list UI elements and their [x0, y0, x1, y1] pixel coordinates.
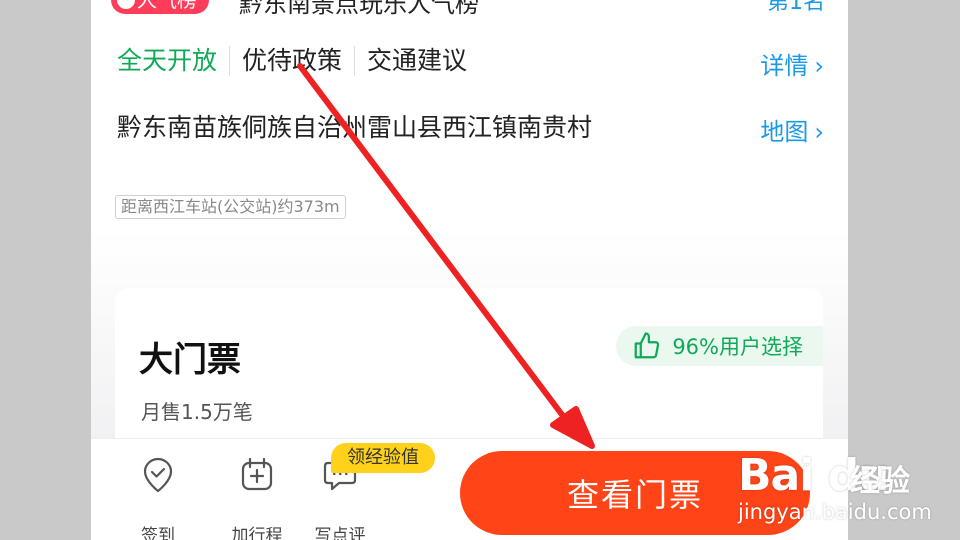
user-choice-label: 96%用户选择 — [672, 335, 803, 359]
rank-position-label: 第1名 — [767, 0, 825, 15]
address-text: 黔东南苗族侗族自治州雷山县西江镇南贵村 — [117, 113, 593, 142]
thumbs-up-icon — [634, 332, 660, 359]
detail-link-label: 详情 — [760, 52, 809, 80]
chevron-right-icon: › — [814, 118, 824, 146]
view-tickets-label: 查看门票 — [566, 476, 703, 514]
rank-dot-icon — [117, 0, 135, 9]
checkin-button[interactable]: 签到 — [123, 455, 193, 540]
watermark-product: 经验 — [850, 464, 910, 499]
tab-transport[interactable]: 交通建议 — [355, 44, 479, 78]
bottom-action-bar: 签到 加行程 写点评 领经验值 查看门票 — [91, 438, 848, 540]
user-choice-badge: 96%用户选择 — [616, 326, 823, 366]
experience-tag: 领经验值 — [331, 443, 435, 473]
ranking-row[interactable]: 人气榜 黔东南景点玩乐人气榜 第1名 — [111, 0, 831, 18]
info-tabs: 全天开放 优待政策 交通建议 — [117, 44, 479, 78]
baidu-watermark: Bai du 经验 jingyan.baidu.com — [738, 436, 958, 536]
distance-tag: 距离西江车站(公交站)约373m — [115, 195, 346, 219]
chevron-right-icon: › — [814, 52, 824, 80]
phone-screen: 人气榜 黔东南景点玩乐人气榜 第1名 全天开放 优待政策 交通建议 详情 › 黔东… — [91, 0, 848, 540]
rank-badge: 人气榜 — [111, 0, 209, 14]
write-review-label: 写点评 — [314, 526, 366, 540]
rank-badge-label: 人气榜 — [137, 0, 197, 12]
map-link-label: 地图 — [760, 118, 809, 146]
rank-title: 黔东南景点玩乐人气榜 — [239, 0, 479, 18]
calendar-add-icon — [241, 457, 273, 491]
ticket-title: 大门票 — [139, 340, 241, 380]
tab-opening-hours[interactable]: 全天开放 — [117, 44, 229, 78]
map-link[interactable]: 地图 › — [760, 112, 824, 147]
ticket-monthly-sales: 月售1.5万笔 — [141, 400, 253, 424]
add-to-plan-button[interactable]: 加行程 — [222, 455, 292, 540]
checkin-label: 签到 — [141, 526, 175, 540]
rank-position-link[interactable]: 第1名 — [767, 0, 825, 16]
tab-discount-policy[interactable]: 优待政策 — [230, 44, 354, 78]
watermark-url: jingyan.baidu.com — [738, 500, 932, 524]
add-to-plan-label: 加行程 — [231, 526, 283, 540]
detail-link[interactable]: 详情 › — [760, 46, 824, 81]
checkin-check-icon — [143, 457, 173, 493]
